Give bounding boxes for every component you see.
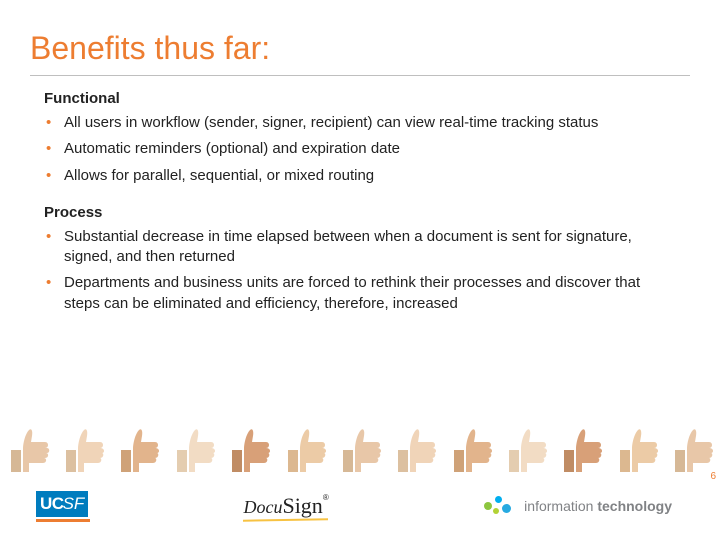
it-logo-text: information technology: [524, 498, 672, 514]
thumbs-up-strip: [0, 420, 720, 472]
slide: Benefits thus far: Functional All users …: [0, 0, 720, 540]
thumbs-up-icon: [501, 420, 551, 472]
thumbs-up-icon: [3, 420, 53, 472]
thumbs-up-icon: [169, 420, 219, 472]
section-functional: Functional All users in workflow (sender…: [44, 90, 676, 186]
ucsf-logo-text-sf: SF: [63, 494, 85, 514]
bullet-list: All users in workflow (sender, signer, r…: [44, 113, 676, 186]
thumbs-up-icon: [280, 420, 330, 472]
section-heading: Process: [44, 204, 676, 221]
section-heading: Functional: [44, 90, 676, 107]
ucsf-logo-bar: [36, 519, 90, 522]
thumbs-up-icon: [612, 420, 662, 472]
slide-title: Benefits thus far:: [0, 0, 720, 75]
list-item: Departments and business units are force…: [44, 273, 676, 314]
list-item: Allows for parallel, sequential, or mixe…: [44, 166, 676, 186]
thumbs-up-icon: [335, 420, 385, 472]
docusign-logo-docu: Docu: [243, 497, 282, 517]
thumbs-up-icon: [390, 420, 440, 472]
slide-content: Functional All users in workflow (sender…: [0, 90, 720, 314]
section-process: Process Substantial decrease in time ela…: [44, 204, 676, 314]
thumbs-up-icon: [224, 420, 274, 472]
docusign-logo-underline: [243, 518, 328, 521]
title-divider: [30, 75, 690, 76]
thumbs-up-icon: [446, 420, 496, 472]
thumbs-up-icon: [58, 420, 108, 472]
it-word-2: technology: [597, 498, 672, 514]
thumbs-up-icon: [667, 420, 717, 472]
page-number: 6: [710, 471, 716, 482]
it-word-1: information: [524, 498, 593, 514]
list-item: Substantial decrease in time elapsed bet…: [44, 227, 676, 268]
ucsf-logo-text: UC: [40, 494, 64, 514]
docusign-logo: DocuSign®: [243, 493, 328, 519]
thumbs-up-icon: [556, 420, 606, 472]
thumbs-up-icon: [113, 420, 163, 472]
ucsf-logo-box: UCSF: [36, 491, 88, 517]
ucsf-logo: UCSF: [36, 491, 90, 522]
docusign-logo-reg: ®: [323, 493, 329, 502]
list-item: Automatic reminders (optional) and expir…: [44, 139, 676, 159]
docusign-logo-sign: Sign: [282, 493, 322, 518]
it-logo: information technology: [482, 494, 672, 518]
footer: UCSF DocuSign® information technology: [0, 482, 720, 540]
bullet-list: Substantial decrease in time elapsed bet…: [44, 227, 676, 314]
list-item: All users in workflow (sender, signer, r…: [44, 113, 676, 133]
it-logo-icon: [482, 494, 516, 518]
